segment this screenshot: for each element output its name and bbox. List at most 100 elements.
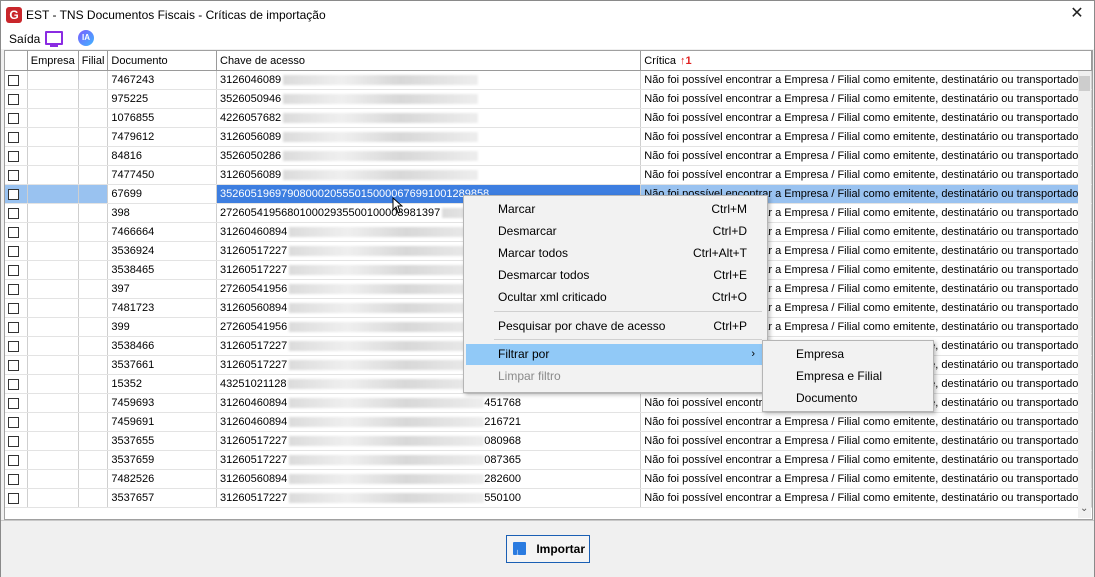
- cell-critica[interactable]: Não foi possível encontrar a Empresa / F…: [640, 450, 1092, 470]
- cell-checkbox[interactable]: [5, 241, 28, 261]
- table-row[interactable]: 7459691 31260460894 216721 Não foi possível…: [5, 412, 1092, 432]
- cell-critica[interactable]: Não foi possível encontrar a Empresa / F…: [640, 488, 1092, 508]
- cell-critica[interactable]: Não foi possível encontrar a Empresa / F…: [640, 127, 1092, 147]
- row-checkbox[interactable]: [8, 492, 19, 504]
- cell-checkbox[interactable]: [5, 374, 28, 394]
- cell-chave[interactable]: 31260560894 282600: [216, 469, 642, 489]
- cell-critica[interactable]: Não foi possível encontrar a Empresa / F…: [640, 412, 1092, 432]
- cell-checkbox[interactable]: [5, 450, 28, 470]
- row-checkbox[interactable]: [8, 359, 19, 371]
- table-row[interactable]: 3537655 31260517227 080968 Não foi possível…: [5, 431, 1092, 451]
- menu-item-pesquisar-chave[interactable]: Pesquisar por chave de acesso Ctrl+P: [466, 316, 765, 337]
- cell-chave[interactable]: 3126046089: [216, 70, 642, 90]
- table-row[interactable]: 7477450 3126056089 Não foi possível encont…: [5, 165, 1092, 185]
- menu-item-marcar-todos[interactable]: Marcar todos Ctrl+Alt+T: [466, 243, 765, 264]
- row-checkbox[interactable]: [8, 245, 19, 257]
- row-checkbox[interactable]: [8, 169, 19, 181]
- menu-saida[interactable]: Saída: [9, 32, 40, 46]
- cell-checkbox[interactable]: [5, 355, 28, 375]
- row-checkbox[interactable]: [8, 150, 19, 162]
- cell-documento[interactable]: 3537657: [107, 488, 217, 508]
- row-checkbox[interactable]: [8, 378, 19, 390]
- cell-chave[interactable]: 3526050286: [216, 146, 642, 166]
- cell-checkbox[interactable]: [5, 412, 28, 432]
- menu-item-marcar[interactable]: Marcar Ctrl+M: [466, 199, 765, 220]
- header-critica[interactable]: Crítica ↑1: [640, 51, 1092, 71]
- row-checkbox[interactable]: [8, 340, 19, 352]
- cell-documento[interactable]: 7467243: [107, 70, 217, 90]
- table-row[interactable]: 1076855 4226057682 Não foi possível encont…: [5, 108, 1092, 128]
- table-row[interactable]: 84816 3526050286 Não foi possível encontra…: [5, 146, 1092, 166]
- cell-documento[interactable]: 7479612: [107, 127, 217, 147]
- cell-checkbox[interactable]: [5, 222, 28, 242]
- menu-item-filtrar-por[interactable]: Filtrar por ›: [466, 344, 765, 365]
- cell-documento[interactable]: 975225: [107, 89, 217, 109]
- cell-checkbox[interactable]: [5, 279, 28, 299]
- cell-chave[interactable]: 3526050946: [216, 89, 642, 109]
- cell-checkbox[interactable]: [5, 336, 28, 356]
- cell-documento[interactable]: 3536924: [107, 241, 217, 261]
- cell-documento[interactable]: 84816: [107, 146, 217, 166]
- cell-checkbox[interactable]: [5, 431, 28, 451]
- header-chave-acesso[interactable]: Chave de acesso: [216, 51, 642, 71]
- table-row[interactable]: 975225 3526050946 Não foi possível encontr…: [5, 89, 1092, 109]
- cell-checkbox[interactable]: [5, 298, 28, 318]
- cell-critica[interactable]: Não foi possível encontrar a Empresa / F…: [640, 146, 1092, 166]
- cell-checkbox[interactable]: [5, 203, 28, 223]
- header-documento[interactable]: Documento: [107, 51, 217, 71]
- cell-critica[interactable]: Não foi possível encontrar a Empresa / F…: [640, 108, 1092, 128]
- cell-chave[interactable]: 3126056089: [216, 165, 642, 185]
- table-row[interactable]: 3537659 31260517227 087365 Não foi possível…: [5, 450, 1092, 470]
- row-checkbox[interactable]: [8, 473, 19, 485]
- row-checkbox[interactable]: [8, 207, 19, 219]
- cell-documento[interactable]: 7477450: [107, 165, 217, 185]
- close-button[interactable]: ✕: [1068, 5, 1086, 23]
- cell-documento[interactable]: 397: [107, 279, 217, 299]
- menu-item-ocultar-xml[interactable]: Ocultar xml criticado Ctrl+O: [466, 287, 765, 308]
- row-checkbox[interactable]: [8, 93, 19, 105]
- cell-documento[interactable]: 3538465: [107, 260, 217, 280]
- row-checkbox[interactable]: [8, 74, 19, 86]
- ia-icon[interactable]: IA: [78, 30, 94, 46]
- cell-documento[interactable]: 3537659: [107, 450, 217, 470]
- row-checkbox[interactable]: [8, 226, 19, 238]
- cell-chave[interactable]: 3126056089: [216, 127, 642, 147]
- row-checkbox[interactable]: [8, 321, 19, 333]
- table-row[interactable]: 7482526 31260560894 282600 Não foi possível…: [5, 469, 1092, 489]
- table-row[interactable]: 3537657 31260517227 550100 Não foi possível…: [5, 488, 1092, 508]
- submenu-item-empresa[interactable]: Empresa: [796, 343, 844, 365]
- row-checkbox[interactable]: [8, 416, 19, 428]
- cell-documento[interactable]: 399: [107, 317, 217, 337]
- vertical-scrollbar[interactable]: ⌄: [1078, 71, 1091, 518]
- table-row[interactable]: 7467243 3126046089 Não foi possível encont…: [5, 70, 1092, 90]
- cell-critica[interactable]: Não foi possível encontrar a Empresa / F…: [640, 469, 1092, 489]
- row-checkbox[interactable]: [8, 397, 19, 409]
- scroll-down-icon[interactable]: ⌄: [1080, 503, 1088, 514]
- cell-critica[interactable]: Não foi possível encontrar a Empresa / F…: [640, 165, 1092, 185]
- row-checkbox[interactable]: [8, 264, 19, 276]
- cell-chave[interactable]: 31260517227 080968: [216, 431, 642, 451]
- cell-checkbox[interactable]: [5, 393, 28, 413]
- row-checkbox[interactable]: [8, 435, 19, 447]
- menu-item-desmarcar-todos[interactable]: Desmarcar todos Ctrl+E: [466, 265, 765, 286]
- menu-item-desmarcar[interactable]: Desmarcar Ctrl+D: [466, 221, 765, 242]
- cell-documento[interactable]: 3537661: [107, 355, 217, 375]
- import-button[interactable]: Importar: [506, 535, 590, 566]
- cell-chave[interactable]: 31260460894 451768: [216, 393, 642, 413]
- cell-critica[interactable]: Não foi possível encontrar a Empresa / F…: [640, 70, 1092, 90]
- cell-chave[interactable]: 4226057682: [216, 108, 642, 128]
- header-filial[interactable]: Filial: [78, 51, 109, 71]
- cell-documento[interactable]: 67699: [107, 184, 217, 204]
- monitor-icon[interactable]: [45, 31, 63, 47]
- scrollbar-thumb[interactable]: [1079, 76, 1090, 91]
- cell-checkbox[interactable]: [5, 127, 28, 147]
- cell-checkbox[interactable]: [5, 89, 28, 109]
- cell-checkbox[interactable]: [5, 108, 28, 128]
- row-checkbox[interactable]: [8, 112, 19, 124]
- cell-checkbox[interactable]: [5, 70, 28, 90]
- cell-chave[interactable]: 31260460894 216721: [216, 412, 642, 432]
- row-checkbox[interactable]: [8, 188, 19, 200]
- cell-documento[interactable]: 1076855: [107, 108, 217, 128]
- cell-documento[interactable]: 15352: [107, 374, 217, 394]
- row-checkbox[interactable]: [8, 302, 19, 314]
